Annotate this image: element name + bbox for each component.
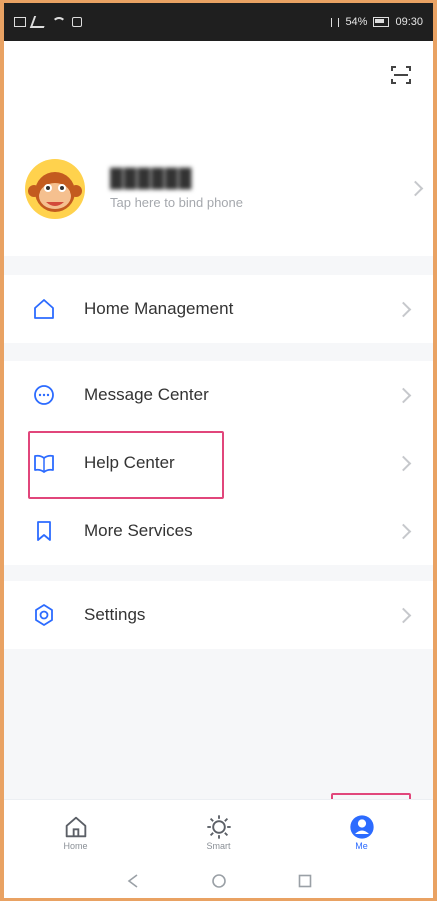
- status-left: [14, 16, 82, 28]
- chevron-right-icon: [407, 180, 424, 197]
- chevron-right-icon: [395, 523, 412, 539]
- wifi-icon: [52, 17, 66, 27]
- avatar[interactable]: [24, 158, 86, 220]
- sim-icon: [14, 17, 26, 27]
- settings-icon: [35, 604, 53, 626]
- signal-icon: [29, 16, 49, 28]
- profile-icon: [349, 815, 374, 839]
- profile-card[interactable]: ██████ Tap here to bind phone: [24, 151, 424, 226]
- vpn-icon: [72, 17, 82, 27]
- tab-smart[interactable]: Smart: [147, 800, 290, 864]
- clock: 09:30: [395, 16, 423, 28]
- menu-item-home-management[interactable]: Home Management: [4, 275, 433, 343]
- menu-section-3: Settings: [4, 581, 433, 649]
- tab-home[interactable]: Home: [4, 800, 147, 864]
- menu-label: Home Management: [84, 299, 234, 318]
- menu-label: More Services: [84, 521, 193, 540]
- profile-header: ██████ Tap here to bind phone: [4, 41, 433, 256]
- tab-me[interactable]: Me: [290, 800, 433, 864]
- back-icon[interactable]: [125, 873, 141, 889]
- bottom-navigation: Home Smart Me: [4, 799, 433, 898]
- menu-label: Settings: [84, 605, 146, 624]
- chevron-right-icon: [395, 607, 412, 623]
- app-frame: 54% 09:30 ██████ Tap here to bind phone …: [0, 0, 437, 901]
- chevron-right-icon: [395, 387, 412, 403]
- menu-item-more-services[interactable]: More Services: [4, 497, 433, 565]
- help-center-highlight: [28, 431, 224, 499]
- bookmark-icon: [37, 521, 51, 541]
- menu-section-1: Home Management: [4, 275, 433, 343]
- tab-bar: Home Smart Me: [4, 800, 433, 864]
- menu-label: Message Center: [84, 385, 209, 404]
- tab-label: Me: [355, 841, 368, 851]
- status-bar: 54% 09:30: [4, 3, 433, 41]
- message-icon: [34, 385, 54, 405]
- chevron-right-icon: [395, 301, 412, 317]
- menu-item-settings[interactable]: Settings: [4, 581, 433, 649]
- bind-phone-text: Tap here to bind phone: [110, 194, 243, 210]
- tab-label: Smart: [206, 841, 231, 851]
- menu-item-message-center[interactable]: Message Center: [4, 361, 433, 429]
- home-circle-icon[interactable]: [211, 873, 227, 889]
- home-icon: [34, 299, 54, 319]
- scan-icon[interactable]: [389, 63, 413, 87]
- tab-label: Home: [63, 841, 88, 851]
- battery-percent: 54%: [345, 16, 368, 28]
- battery-icon: [373, 17, 390, 27]
- profile-text: ██████ Tap here to bind phone: [110, 168, 410, 210]
- status-right: 54% 09:30: [331, 16, 423, 28]
- bluetooth-icon: [331, 17, 340, 27]
- system-navigation: [4, 864, 433, 898]
- sun-icon: [206, 815, 231, 839]
- chevron-right-icon: [395, 455, 412, 471]
- home-icon: [65, 816, 86, 838]
- username: ██████: [110, 167, 193, 188]
- recents-icon[interactable]: [297, 873, 313, 889]
